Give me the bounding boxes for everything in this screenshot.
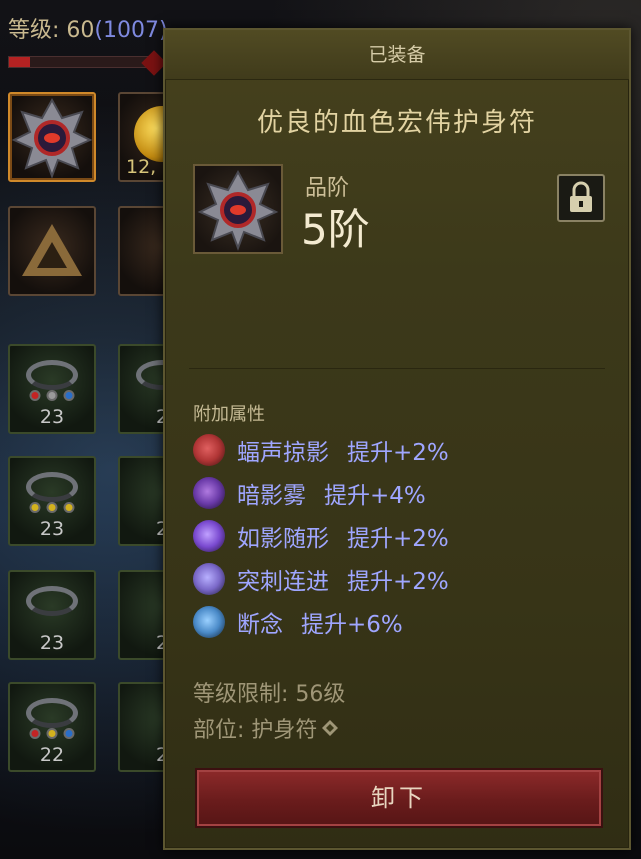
ring-icon — [26, 472, 78, 502]
gem-icon — [63, 390, 75, 401]
bat-skill-icon — [193, 433, 225, 466]
thrust-skill-icon — [193, 562, 225, 595]
amulet-icon — [11, 97, 93, 179]
triangle-rune-inner — [37, 242, 67, 268]
gem-sockets — [29, 728, 75, 739]
shadow-mist-skill-icon — [193, 476, 225, 509]
item-name: 优良的血色宏伟护身符 — [256, 108, 537, 138]
affix-bonus: 提升+6% — [301, 611, 403, 638]
affix-section-title: 附加属性 — [193, 404, 265, 425]
gem-icon — [63, 502, 75, 513]
affix-bonus: 提升+2% — [347, 525, 449, 552]
level-label: 等级: 60 — [8, 18, 95, 43]
ring-icon — [26, 586, 78, 616]
slot-count: 12, — [126, 156, 157, 178]
slot-count: 22 — [39, 744, 65, 766]
triangle-rune-slot[interactable] — [8, 206, 96, 296]
divider — [189, 368, 605, 369]
amulet-icon — [197, 169, 279, 251]
amulet-slot-icon — [322, 720, 339, 736]
affix-bonus: 提升+2% — [347, 568, 449, 595]
inventory-slot[interactable]: 23 — [8, 570, 96, 660]
ring-icon — [26, 698, 78, 728]
amulet-slot[interactable] — [8, 92, 96, 182]
affix-name: 突刺连进 — [237, 568, 329, 595]
ring-icon — [26, 360, 78, 390]
lock-icon — [570, 181, 592, 212]
gem-icon — [46, 502, 58, 513]
sever-skill-icon — [193, 605, 225, 638]
affix-name: 暗影雾 — [237, 482, 306, 509]
gem-sockets — [29, 390, 75, 401]
unequip-button[interactable]: 卸下 — [195, 768, 603, 828]
affix-list: 蝠声掠影 提升+2% 暗影雾 提升+4% 如影随形 提升+2% 突刺连进 提升+… — [193, 428, 449, 643]
inventory-slot[interactable]: 23 — [8, 456, 96, 546]
affix-row: 断念 提升+6% — [193, 600, 449, 643]
affix-bonus: 提升+2% — [347, 439, 449, 466]
tooltip-header: 已装备 — [165, 30, 629, 80]
gem-icon — [29, 502, 41, 513]
level-paragon: (1007) — [94, 18, 168, 43]
affix-bonus: 提升+4% — [324, 482, 426, 509]
level-requirement: 等级限制: 56级 — [193, 682, 346, 707]
character-level: 等级: 60(1007) — [8, 12, 168, 44]
affix-row: 暗影雾 提升+4% — [193, 471, 449, 514]
inventory-slot[interactable]: 23 — [8, 344, 96, 434]
lock-button[interactable] — [557, 174, 605, 222]
gem-sockets — [29, 502, 75, 513]
affix-name: 蝠声掠影 — [237, 439, 329, 466]
gem-icon — [63, 728, 75, 739]
affix-name: 断念 — [237, 611, 283, 638]
gem-icon — [29, 728, 41, 739]
affix-row: 突刺连进 提升+2% — [193, 557, 449, 600]
gem-icon — [29, 390, 41, 401]
slot-type: 部位: 护身符 — [193, 718, 318, 743]
xp-bar-fill — [9, 57, 30, 67]
slot-count: 23 — [39, 518, 65, 540]
equip-slot-info: 部位: 护身符 — [193, 712, 339, 744]
slot-count: 23 — [39, 632, 65, 654]
gem-icon — [46, 390, 58, 401]
item-tooltip-panel: 已装备 优良的血色宏伟护身符 品阶 5阶 附加属性 蝠声掠影 提升+2% 暗影雾… — [163, 28, 631, 850]
slot-count: 23 — [39, 406, 65, 428]
affix-row: 蝠声掠影 提升+2% — [193, 428, 449, 471]
shadow-follow-skill-icon — [193, 519, 225, 552]
affix-row: 如影随形 提升+2% — [193, 514, 449, 557]
affix-name: 如影随形 — [237, 525, 329, 552]
item-icon-frame — [193, 164, 283, 254]
gem-icon — [46, 728, 58, 739]
tier-value: 5阶 — [301, 205, 370, 254]
inventory-slot[interactable]: 22 — [8, 682, 96, 772]
xp-bar — [8, 56, 158, 68]
